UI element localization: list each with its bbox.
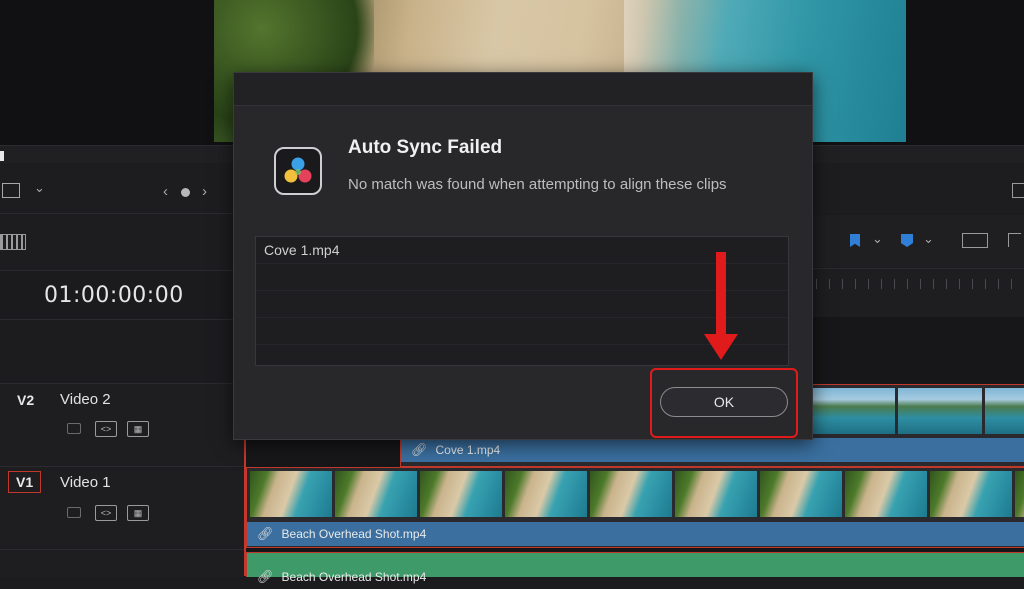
auto-sync-failed-dialog: Auto Sync Failed No match was found when…: [233, 72, 813, 440]
scrub-handle[interactable]: [0, 151, 4, 161]
clip-label-bar[interactable]: 🔗︎ Beach Overhead Shot.mp4: [247, 522, 1024, 546]
timecode: 01:00:00:00: [44, 283, 184, 308]
thumbnail: [505, 471, 587, 517]
clip-beach-overhead[interactable]: 🔗︎ Beach Overhead Shot.mp4: [246, 467, 1024, 548]
marker-icon[interactable]: [901, 234, 913, 247]
track-name[interactable]: Video 2: [60, 391, 111, 408]
track-header-a1[interactable]: [0, 549, 244, 577]
link-icon: 🔗︎: [257, 569, 274, 584]
annotation-arrow-shaft: [716, 252, 726, 336]
zoom-timeline-icon[interactable]: [962, 233, 988, 248]
layout-icon[interactable]: [1012, 183, 1024, 198]
thumbnail: [1015, 471, 1024, 517]
film-icon[interactable]: ▦: [127, 421, 149, 437]
list-row-empty: [256, 264, 788, 291]
track-name[interactable]: Video 1: [60, 474, 111, 491]
clip-name: Beach Overhead Shot.mp4: [281, 527, 427, 541]
thumbnail: [675, 471, 757, 517]
thumbnail: [760, 471, 842, 517]
track-id: V2: [17, 392, 35, 408]
auto-select-icon[interactable]: <>: [95, 505, 117, 521]
clip-audio-beach[interactable]: 🔗︎ Beach Overhead Shot.mp4: [246, 552, 1024, 584]
thumbnail: [250, 471, 332, 517]
flag-icon[interactable]: [850, 234, 860, 247]
thumbnail: [811, 388, 895, 434]
chevron-down-icon[interactable]: ⌄: [34, 180, 45, 196]
thumbnail: [420, 471, 502, 517]
track-header-v2[interactable]: V2 Video 2 <> ▦: [0, 383, 244, 466]
clip-label-bar[interactable]: 🔗︎ Cove 1.mp4: [401, 438, 1024, 462]
dialog-message: No match was found when attempting to al…: [348, 176, 727, 193]
clip-name: Cove 1.mp4: [435, 443, 501, 457]
timeline-view-icon[interactable]: [0, 234, 26, 250]
link-icon: 🔗︎: [411, 442, 428, 457]
lock-icon[interactable]: [67, 507, 81, 518]
thumbnail: [335, 471, 417, 517]
link-icon: 🔗︎: [257, 526, 274, 541]
thumbnail: [898, 388, 982, 434]
dialog-titlebar[interactable]: [234, 73, 812, 106]
thumbnail: [930, 471, 1012, 517]
clip-thumbnails: [250, 471, 1024, 517]
clip-name: Beach Overhead Shot.mp4: [281, 570, 427, 584]
clip-label-bar: 🔗︎ Beach Overhead Shot.mp4: [247, 553, 1024, 589]
crop-icon[interactable]: [2, 183, 20, 198]
timeline-view-options: [0, 214, 244, 271]
list-row-empty: [256, 291, 788, 318]
left-toolbar: ⌄ ‹ ›: [0, 163, 244, 214]
next-icon[interactable]: ›: [202, 183, 207, 200]
film-icon[interactable]: ▦: [127, 505, 149, 521]
annotation-arrow-down-icon: [704, 334, 738, 360]
dot-icon[interactable]: [181, 188, 190, 197]
auto-select-icon[interactable]: <>: [95, 421, 117, 437]
clip-thumbnails: [811, 388, 1024, 434]
prev-icon[interactable]: ‹: [163, 183, 168, 200]
thumbnail: [845, 471, 927, 517]
zoom-icon[interactable]: [1008, 233, 1021, 247]
thumbnail: [985, 388, 1024, 434]
ok-button[interactable]: OK: [660, 387, 788, 417]
track-id: V1: [8, 471, 42, 493]
resolve-app-icon: [274, 147, 322, 195]
thumbnail: [590, 471, 672, 517]
dialog-title: Auto Sync Failed: [348, 137, 503, 158]
chevron-down-icon[interactable]: ⌄: [923, 231, 934, 247]
lock-icon[interactable]: [67, 423, 81, 434]
list-item[interactable]: Cove 1.mp4: [256, 237, 788, 264]
left-spacer: [0, 320, 244, 382]
chevron-down-icon[interactable]: ⌄: [872, 231, 883, 247]
track-header-v1[interactable]: V1 Video 1 <> ▦: [0, 466, 244, 549]
